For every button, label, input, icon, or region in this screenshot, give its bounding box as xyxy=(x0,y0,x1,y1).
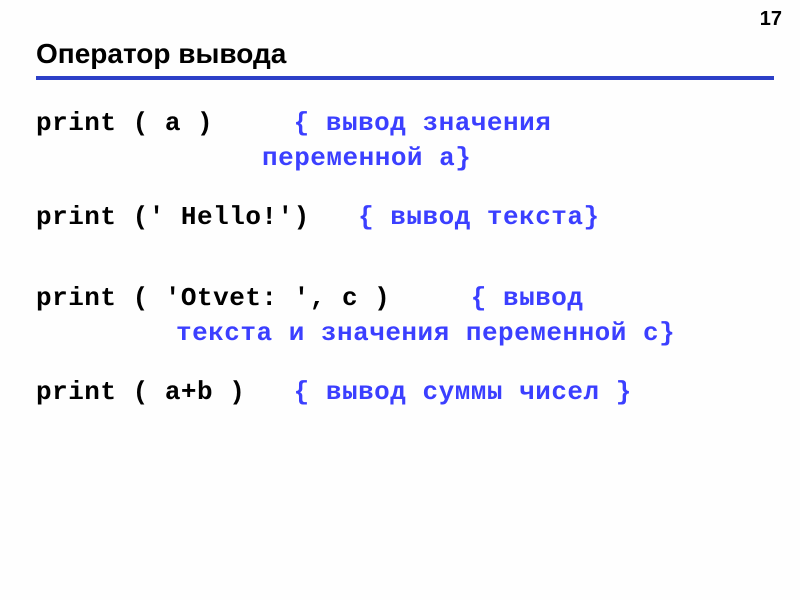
code-text: print (' Hello!') xyxy=(36,202,310,232)
code-comment: переменной a} xyxy=(262,141,471,176)
slide-container: 17 Оператор вывода print ( a ) { вывод з… xyxy=(0,0,800,600)
code-example-3: print ( 'Otvet: ', c ) { вывод текста и … xyxy=(36,281,768,351)
code-text: print ( a+b ) xyxy=(36,377,245,407)
code-example-1: print ( a ) { вывод значения переменной … xyxy=(36,106,768,176)
code-comment: { вывод текста} xyxy=(358,202,600,232)
code-comment: { вывод xyxy=(471,283,584,313)
code-comment: { вывод суммы чисел } xyxy=(294,377,632,407)
code-comment: { вывод значения xyxy=(294,108,552,138)
code-comment: текста и значения переменной c} xyxy=(176,316,675,351)
code-example-4: print ( a+b ) { вывод суммы чисел } xyxy=(36,375,768,410)
page-number: 17 xyxy=(760,8,782,31)
code-text: print ( a ) xyxy=(36,108,213,138)
code-example-2: print (' Hello!') { вывод текста} xyxy=(36,200,768,235)
slide-title: Оператор вывода xyxy=(36,38,768,70)
title-underline xyxy=(36,76,774,80)
code-text: print ( 'Otvet: ', c ) xyxy=(36,283,390,313)
